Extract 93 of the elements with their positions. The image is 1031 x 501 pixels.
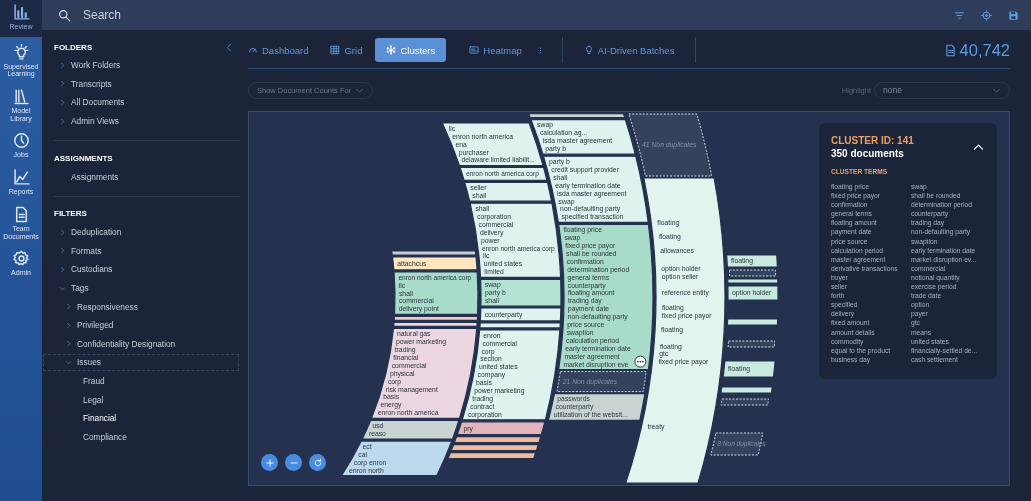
chevron-right-icon — [59, 61, 66, 69]
target-icon[interactable] — [981, 9, 992, 21]
cluster-segment[interactable] — [391, 256, 478, 271]
clock-icon — [12, 132, 30, 150]
search-icon — [58, 8, 71, 22]
gear-icon — [12, 250, 30, 268]
tree-item[interactable]: Formats — [42, 241, 240, 261]
cluster-segment[interactable] — [393, 315, 479, 321]
section-title: FILTERS — [54, 209, 87, 219]
cluster-segment[interactable] — [450, 444, 539, 452]
reset-view-button[interactable] — [309, 454, 326, 471]
refresh-icon — [312, 457, 323, 468]
tree-item[interactable]: Admin Views — [42, 111, 240, 131]
cluster-segment[interactable] — [393, 271, 479, 315]
tree-item[interactable]: Custodians — [42, 260, 240, 279]
tree-item[interactable]: Assignments — [42, 167, 240, 186]
more-options-icon[interactable] — [538, 46, 542, 54]
chevron-right-icon — [65, 303, 72, 311]
bar-chart-icon — [12, 4, 30, 21]
tree-item[interactable]: Tags — [42, 278, 240, 298]
cluster-segment[interactable] — [542, 155, 649, 223]
tree-item[interactable]: Privileged — [42, 315, 240, 335]
save-icon[interactable] — [1008, 9, 1019, 21]
cluster-segment[interactable] — [727, 285, 779, 301]
tree-item[interactable]: Transcripts — [42, 74, 240, 94]
search-input[interactable]: Search — [79, 3, 946, 27]
chevron-right-icon — [59, 265, 66, 273]
grid-icon — [330, 45, 341, 55]
tree-item[interactable]: Confidentiality Designation — [42, 334, 240, 354]
tree-item[interactable]: Fraud — [42, 371, 240, 391]
chevron-right-icon — [59, 247, 66, 255]
lightbulb-icon — [12, 43, 30, 61]
line-chart-icon — [12, 169, 30, 187]
chevron-right-icon — [65, 340, 72, 348]
cluster-segment[interactable] — [464, 181, 553, 202]
section-title: ASSIGNMENTS — [54, 153, 113, 163]
cluster-segment[interactable] — [456, 421, 546, 436]
cluster-segment[interactable] — [480, 278, 562, 307]
cluster-segment[interactable] — [547, 393, 646, 421]
filter-icon[interactable] — [954, 9, 965, 21]
cluster-segment[interactable] — [720, 386, 773, 394]
cluster-segment[interactable] — [530, 119, 636, 155]
tree-item[interactable]: All Documents — [42, 93, 240, 112]
cluster-segment[interactable] — [479, 322, 561, 329]
tree-item[interactable]: Financial — [42, 408, 240, 428]
plus-icon — [264, 457, 275, 468]
document-icon — [943, 42, 957, 58]
chevron-down-icon — [59, 284, 66, 292]
section-title: FOLDERS — [54, 42, 93, 52]
cluster-segment[interactable] — [726, 318, 779, 326]
non-duplicates-segment[interactable] — [556, 371, 647, 393]
non-duplicates-segment[interactable] — [628, 113, 713, 177]
tree-item[interactable]: Deduplication — [42, 222, 240, 242]
cluster-segment[interactable] — [393, 321, 478, 327]
cluster-segment[interactable] — [447, 452, 537, 460]
chevron-right-icon — [59, 99, 66, 106]
more-button[interactable] — [634, 355, 647, 368]
chevron-right-icon — [65, 321, 72, 329]
tab[interactable]: AI-Driven Batches — [572, 38, 686, 62]
lightbulb-icon — [583, 45, 594, 55]
cluster-icon — [386, 45, 397, 55]
tree-item[interactable]: Legal — [42, 390, 240, 409]
zoom-out-button[interactable] — [285, 454, 302, 471]
cluster-segment[interactable] — [558, 223, 654, 371]
chevron-right-icon — [59, 228, 66, 236]
chevron-right-icon — [59, 80, 66, 88]
tab[interactable]: Grid — [319, 38, 374, 62]
heatmap-icon — [469, 45, 480, 55]
tab[interactable]: Dashboard — [248, 38, 320, 62]
tree-item[interactable]: Compliance — [42, 427, 240, 447]
cluster-segment[interactable] — [722, 360, 776, 378]
books-icon — [12, 88, 30, 106]
zoom-in-button[interactable] — [261, 454, 278, 471]
tree-item[interactable]: Responsiveness — [42, 297, 240, 316]
collapse-icon[interactable] — [225, 42, 234, 52]
tab[interactable]: Heatmap — [458, 38, 533, 62]
cluster-segment[interactable] — [479, 307, 562, 322]
cluster-segment[interactable] — [528, 113, 626, 119]
cluster-segment[interactable] — [459, 166, 548, 181]
chevron-down-icon — [65, 358, 72, 366]
gauge-icon — [248, 45, 258, 55]
cluster-id: CLUSTER ID: 141 — [831, 135, 914, 146]
cluster-segment[interactable] — [361, 419, 460, 440]
cluster-segment[interactable] — [453, 436, 542, 444]
document-count: 40,742 — [959, 40, 1010, 60]
chevron-right-icon — [59, 117, 66, 125]
cluster-segment[interactable] — [727, 278, 779, 284]
cluster-segment[interactable] — [340, 440, 453, 477]
tree-item[interactable]: Work Folders — [42, 56, 240, 75]
tree-item[interactable]: Issues — [42, 353, 240, 372]
cluster-segment[interactable] — [726, 254, 778, 268]
cluster-segment[interactable] — [391, 250, 477, 256]
document-total: 350 documents — [831, 148, 905, 159]
